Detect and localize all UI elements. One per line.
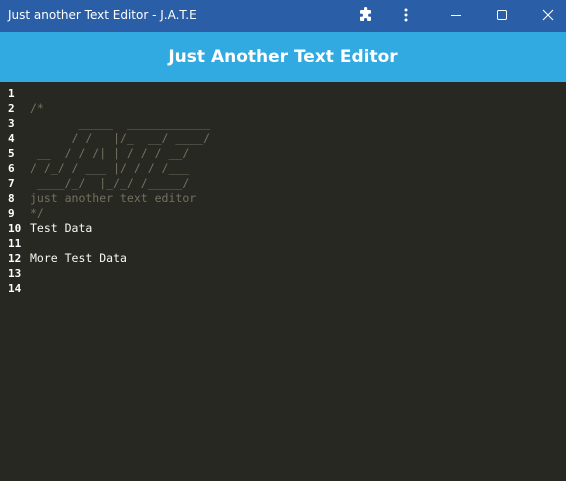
line-number: 13 — [8, 267, 22, 280]
code-editor[interactable]: 1 2 3 4 5 6 7 8 9 10 11 12 13 14 /* _____ ___________… — [0, 82, 566, 481]
editor-line[interactable]: /* — [30, 101, 560, 116]
editor-line[interactable] — [30, 86, 560, 101]
close-icon[interactable] — [530, 0, 566, 30]
line-number: 12 — [8, 252, 22, 265]
line-number: 8 — [8, 192, 15, 205]
line-number: 3 — [8, 117, 15, 130]
line-number: 10 — [8, 222, 22, 235]
line-number: 14 — [8, 282, 22, 295]
editor-line[interactable]: just another text editor — [30, 191, 560, 206]
app-header: Just Another Text Editor — [0, 32, 566, 82]
minimize-icon[interactable] — [438, 0, 474, 30]
line-number-gutter: 1 2 3 4 5 6 7 8 9 10 11 12 13 14 — [0, 86, 30, 296]
window-titlebar[interactable]: Just another Text Editor - J.A.T.E — [0, 0, 566, 32]
editor-line[interactable]: */ — [30, 206, 560, 221]
window-title: Just another Text Editor - J.A.T.E — [8, 8, 197, 22]
line-number: 7 — [8, 177, 15, 190]
editor-line[interactable]: ____/_/ |_/_/ /_____/ — [30, 176, 560, 191]
editor-line[interactable]: __ / / /| | / / / __/ — [30, 146, 560, 161]
editor-line[interactable]: Test Data — [30, 221, 560, 236]
editor-line[interactable]: _____ ____________ — [30, 116, 560, 131]
line-number: 6 — [8, 162, 15, 175]
editor-text-area[interactable]: /* _____ ____________ / / |/_ __/ ____/ … — [30, 86, 560, 296]
editor-line[interactable] — [30, 236, 560, 251]
app-title: Just Another Text Editor — [168, 47, 398, 67]
editor-line[interactable]: / /_/ / ___ |/ / / /___ — [30, 161, 560, 176]
puzzle-extension-icon[interactable] — [348, 0, 384, 30]
line-number: 9 — [8, 207, 15, 220]
line-number: 5 — [8, 147, 15, 160]
line-number: 1 — [8, 87, 15, 100]
line-number: 2 — [8, 102, 15, 115]
editor-line[interactable] — [30, 266, 560, 281]
maximize-icon[interactable] — [484, 0, 520, 30]
editor-line[interactable]: / / |/_ __/ ____/ — [30, 131, 560, 146]
editor-line[interactable] — [30, 281, 560, 296]
editor-line[interactable]: More Test Data — [30, 251, 560, 266]
line-number: 4 — [8, 132, 15, 145]
kebab-menu-icon[interactable] — [388, 0, 424, 30]
line-number: 11 — [8, 237, 22, 250]
